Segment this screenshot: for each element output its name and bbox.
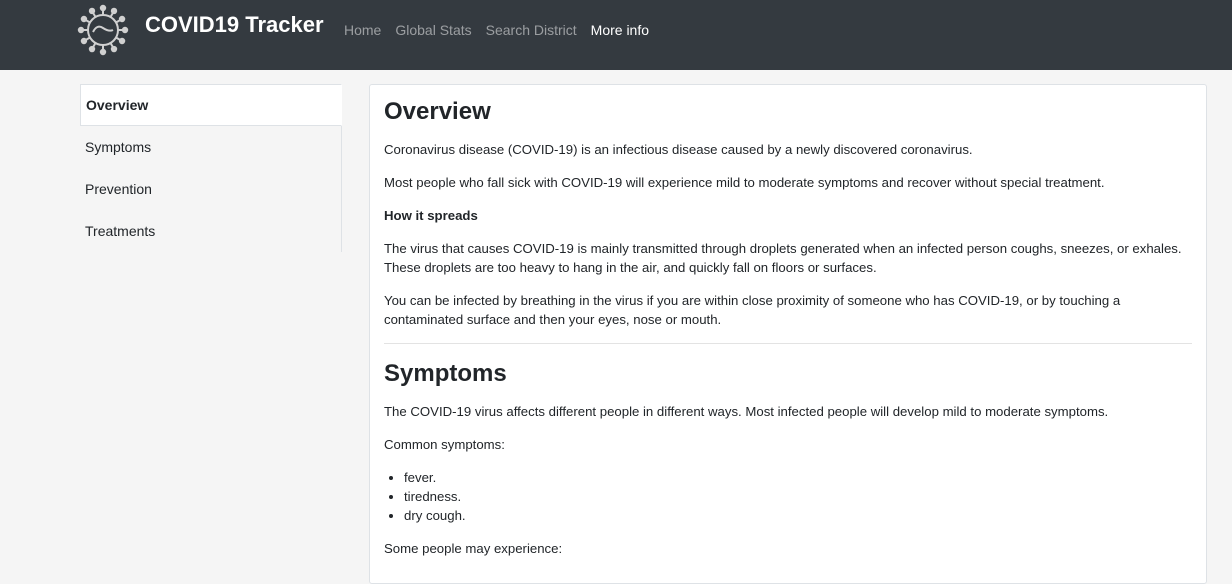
list-item: tiredness.: [404, 487, 1192, 506]
section-divider: [384, 342, 1192, 344]
nav-link-search-district[interactable]: Search District: [486, 22, 577, 38]
overview-heading: Overview: [384, 98, 491, 125]
list-item: fever.: [404, 468, 1192, 487]
brand-title[interactable]: COVID19 Tracker: [145, 12, 324, 38]
navbar: COVID19 Tracker Home Global Stats Search…: [0, 0, 1232, 70]
symptoms-paragraph: The COVID-19 virus affects different peo…: [384, 403, 1109, 419]
list-item: dry cough.: [404, 506, 1192, 525]
nav-link-more-info[interactable]: More info: [591, 22, 649, 38]
symptoms-heading: Symptoms: [384, 359, 507, 387]
nav-link-global-stats[interactable]: Global Stats: [395, 22, 471, 38]
sidebar-item-prevention[interactable]: Prevention: [80, 168, 341, 210]
spread-subheading: How it spreads: [384, 207, 478, 223]
virus-icon[interactable]: [77, 2, 129, 56]
content-card: Overview Coronavirus disease (COVID-19) …: [369, 84, 1207, 584]
common-symptoms-label: Common symptoms:: [384, 436, 505, 452]
spread-paragraph: The virus that causes COVID-19 is mainly…: [384, 240, 1182, 275]
spread-paragraph: You can be infected by breathing in the …: [384, 292, 1121, 327]
common-symptoms-list: fever. tiredness. dry cough.: [384, 468, 1192, 525]
nav-links: Home Global Stats Search District More i…: [344, 22, 663, 38]
sidebar-item-overview[interactable]: Overview: [80, 84, 342, 126]
sidebar-item-symptoms[interactable]: Symptoms: [80, 126, 341, 168]
overview-paragraph: Most people who fall sick with COVID-19 …: [384, 174, 1105, 190]
sidebar-item-treatments[interactable]: Treatments: [80, 210, 341, 252]
nav-link-home[interactable]: Home: [344, 22, 381, 38]
sidebar-nav: Overview Symptoms Prevention Treatments: [80, 84, 342, 252]
overview-paragraph: Coronavirus disease (COVID-19) is an inf…: [384, 141, 973, 157]
some-symptoms-label: Some people may experience:: [384, 540, 563, 556]
